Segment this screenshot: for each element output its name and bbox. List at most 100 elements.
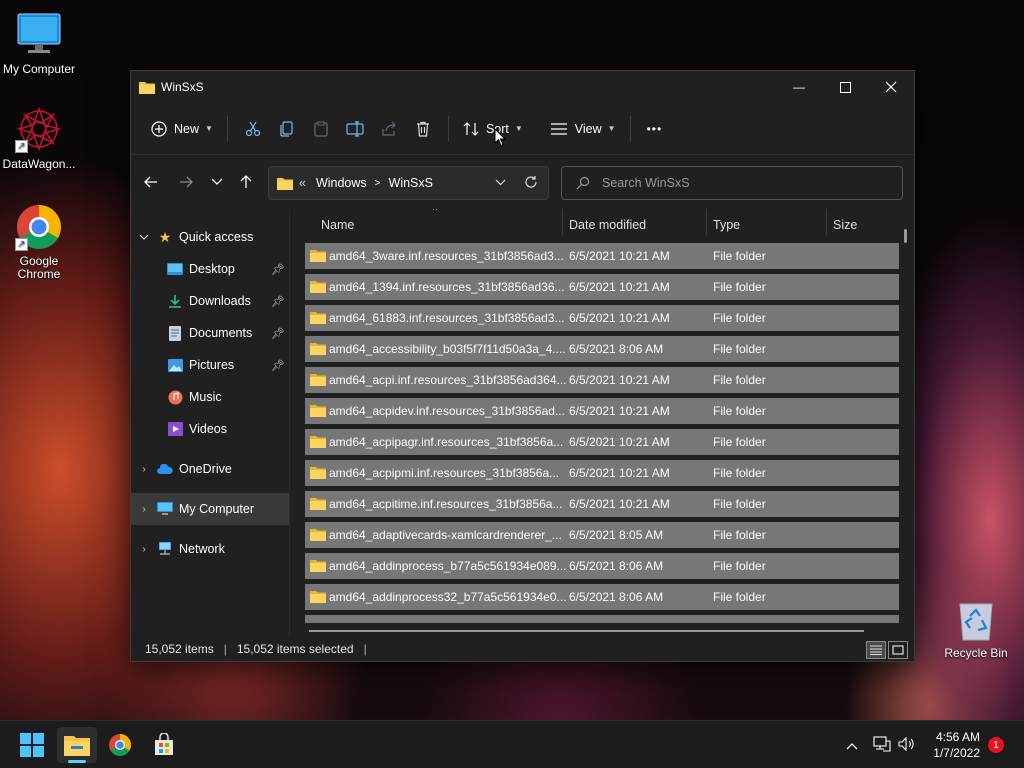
notification-badge[interactable]: 1: [988, 737, 1004, 753]
maximize-icon: [839, 81, 851, 93]
table-row[interactable]: amd64_61883.inf.resources_31bf3856ad3...…: [305, 305, 899, 331]
column-divider[interactable]: [562, 209, 563, 235]
sidebar-item-videos[interactable]: Videos: [131, 413, 289, 445]
share-button[interactable]: [372, 113, 406, 145]
details-view-button[interactable]: [866, 641, 886, 659]
forward-button[interactable]: [171, 167, 201, 197]
delete-button[interactable]: [406, 113, 440, 145]
folder-icon: [277, 177, 293, 190]
file-type: File folder: [713, 497, 766, 511]
tiles-view-button[interactable]: [888, 641, 908, 659]
status-separator: |: [223, 642, 227, 656]
taskbar-store[interactable]: [144, 727, 184, 763]
more-options-button[interactable]: •••: [641, 113, 669, 145]
windows-logo-icon: [20, 733, 44, 757]
paste-button[interactable]: [304, 113, 338, 145]
trash-icon: [416, 121, 429, 137]
sidebar-item-quick-access[interactable]: ★ Quick access: [131, 221, 289, 253]
table-row[interactable]: [305, 615, 899, 623]
file-date-modified: 6/5/2021 8:06 AM: [569, 590, 664, 604]
sidebar-item-documents[interactable]: Documents 📌︎: [131, 317, 289, 349]
arrow-right-icon: [180, 176, 193, 188]
up-button[interactable]: [231, 167, 261, 197]
taskbar-chrome[interactable]: [100, 727, 140, 763]
folder-icon: [310, 529, 326, 541]
recent-locations-button[interactable]: [202, 167, 232, 197]
expand-chevron-icon[interactable]: ›: [131, 544, 157, 555]
desktop-icon-datawagon[interactable]: ↗ DataWagon...: [0, 105, 79, 171]
maximize-button[interactable]: [822, 71, 868, 103]
table-row[interactable]: amd64_adaptivecards-xamlcardrenderer_...…: [305, 522, 899, 548]
desktop-icon-google-chrome[interactable]: ↗ Google Chrome: [0, 203, 79, 281]
column-divider[interactable]: [706, 209, 707, 235]
sidebar-item-downloads[interactable]: Downloads 📌︎: [131, 285, 289, 317]
title-bar[interactable]: WinSxS —: [131, 71, 914, 103]
column-divider[interactable]: [826, 209, 827, 235]
sidebar-item-my-computer[interactable]: › My Computer: [131, 493, 289, 525]
minimize-button[interactable]: —: [776, 71, 822, 103]
refresh-button[interactable]: [524, 175, 538, 192]
sort-button[interactable]: Sort ▼: [457, 113, 529, 145]
horizontal-scrollbar[interactable]: [309, 630, 864, 632]
address-bar[interactable]: « Windows > WinSxS: [268, 166, 549, 200]
column-header-date[interactable]: Date modified: [569, 209, 709, 241]
desktop-icon-recycle-bin[interactable]: Recycle Bin: [940, 598, 1012, 660]
sidebar-item-desktop[interactable]: Desktop 📌︎: [131, 253, 289, 285]
table-row[interactable]: amd64_acpi.inf.resources_31bf3856ad364..…: [305, 367, 899, 393]
datawagon-logo-icon: ↗: [15, 105, 63, 153]
view-button[interactable]: View ▼: [545, 113, 622, 145]
show-hidden-icons-button[interactable]: [846, 738, 858, 753]
table-row[interactable]: amd64_acpitime.inf.resources_31bf3856a..…: [305, 491, 899, 517]
folder-icon: [310, 343, 326, 355]
folder-icon: [310, 281, 326, 293]
taskbar-file-explorer[interactable]: [57, 727, 97, 763]
table-row[interactable]: amd64_addinprocess_b77a5c561934e089... 6/…: [305, 553, 899, 579]
table-row[interactable]: amd64_acpidev.inf.resources_31bf3856ad..…: [305, 398, 899, 424]
store-bag-icon: [155, 733, 173, 755]
network-status-button[interactable]: [873, 735, 891, 755]
vertical-scrollbar[interactable]: [904, 229, 907, 243]
sidebar-item-onedrive[interactable]: › OneDrive: [131, 453, 289, 485]
sidebar-item-pictures[interactable]: Pictures 📌︎: [131, 349, 289, 381]
table-row[interactable]: amd64_accessibility_b03f5f7f11d50a3a_4..…: [305, 336, 899, 362]
tiles-view-icon: [892, 645, 904, 655]
breadcrumb-overflow[interactable]: «: [299, 176, 306, 190]
table-row[interactable]: amd64_acpipmi.inf.resources_31bf3856a...…: [305, 460, 899, 486]
column-label: Size: [833, 218, 858, 232]
chevron-up-icon: [846, 742, 858, 749]
column-header-name[interactable]: Name: [321, 209, 561, 241]
clock[interactable]: 4:56 AM 1/7/2022: [933, 729, 980, 761]
folder-icon: [310, 467, 326, 479]
new-button[interactable]: New ▼: [145, 113, 219, 145]
table-row[interactable]: amd64_1394.inf.resources_31bf3856ad36...…: [305, 274, 899, 300]
search-input[interactable]: Search WinSxS: [561, 166, 903, 200]
cut-button[interactable]: [236, 113, 270, 145]
desktop-icon-label: My Computer: [2, 62, 76, 76]
file-date-modified: 6/5/2021 10:21 AM: [569, 497, 670, 511]
back-button[interactable]: [136, 167, 166, 197]
close-button[interactable]: [868, 71, 914, 103]
rename-icon: [346, 120, 364, 137]
sidebar-item-network[interactable]: › Network: [131, 533, 289, 565]
volume-button[interactable]: [898, 736, 916, 754]
expand-chevron-icon[interactable]: ›: [131, 504, 157, 515]
sidebar-item-music[interactable]: Music: [131, 381, 289, 413]
breadcrumb-winsxs[interactable]: WinSxS: [389, 176, 433, 190]
rename-button[interactable]: [338, 113, 372, 145]
file-date-modified: 6/5/2021 8:06 AM: [569, 342, 664, 356]
breadcrumb-windows[interactable]: Windows: [316, 176, 367, 190]
table-row[interactable]: amd64_acpipagr.inf.resources_31bf3856a..…: [305, 429, 899, 455]
copy-button[interactable]: [270, 113, 304, 145]
table-row[interactable]: amd64_addinprocess32_b77a5c561934e0... 6/…: [305, 584, 899, 610]
copy-icon: [280, 120, 293, 137]
start-button[interactable]: [12, 727, 52, 763]
new-label: New: [174, 121, 200, 136]
table-row[interactable]: amd64_3ware.inf.resources_31bf3856ad3...…: [305, 243, 899, 269]
pane-divider[interactable]: [289, 209, 290, 637]
desktop-icon-my-computer[interactable]: My Computer: [0, 10, 79, 76]
column-header-size[interactable]: Size: [833, 209, 893, 241]
expand-chevron-icon[interactable]: [131, 232, 157, 243]
expand-chevron-icon[interactable]: ›: [131, 464, 157, 475]
column-header-type[interactable]: Type: [713, 209, 823, 241]
address-dropdown-button[interactable]: [495, 175, 506, 189]
